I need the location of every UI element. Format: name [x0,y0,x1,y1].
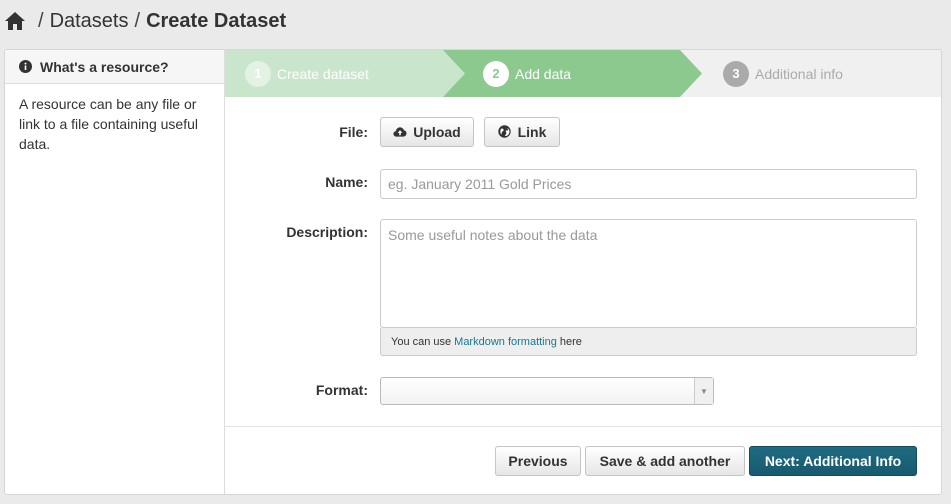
stage-number: 1 [245,60,271,87]
stage-label: Additional info [755,65,843,82]
info-circle-icon [19,60,32,73]
cloud-upload-icon [393,125,407,139]
description-textarea[interactable] [380,219,917,328]
name-label: Name: [325,174,368,190]
stage-label: Add data [515,65,572,82]
next-additional-info-button[interactable]: Next: Additional Info [749,446,917,476]
description-label: Description: [286,224,368,240]
breadcrumb-separator: / [134,9,141,32]
stage-number: 2 [483,60,509,87]
upload-button-label: Upload [413,124,461,140]
stage-progress: 1 Create dataset 2 Add data 3 Additional… [225,50,941,97]
markdown-help-prefix: You can use [391,335,452,348]
home-icon[interactable] [4,11,26,31]
file-label: File: [339,124,368,140]
breadcrumb: / Datasets / Create Dataset [4,8,286,34]
upload-button[interactable]: Upload [380,117,474,147]
format-label: Format: [315,382,368,398]
stage-number: 3 [723,60,749,87]
breadcrumb-separator: / [38,9,44,32]
caret-down-icon[interactable]: ▼ [694,378,713,404]
format-select[interactable]: ▼ [380,377,714,405]
breadcrumb-datasets-link[interactable]: Datasets [50,10,129,33]
create-dataset-panel: What's a resource? A resource can be any… [4,49,942,495]
link-button-label: Link [517,124,547,140]
resource-form: File: Upload Link Name: Description: You [225,97,941,427]
stage-additional-info: 3 Additional info [702,50,941,97]
previous-button[interactable]: Previous [495,446,581,476]
markdown-help-suffix: here [559,335,582,348]
main-form-area: 1 Create dataset 2 Add data 3 Additional… [225,50,941,494]
help-sidebar: What's a resource? A resource can be any… [5,50,225,494]
breadcrumb-current: Create Dataset [146,9,287,32]
markdown-formatting-link[interactable]: Markdown formatting [454,336,557,348]
link-button[interactable]: Link [484,117,560,147]
stage-create-dataset[interactable]: 1 Create dataset [225,50,465,97]
help-sidebar-text: A resource can be any file or link to a … [19,96,198,152]
markdown-help: You can use Markdown formatting here [380,328,917,356]
help-sidebar-header: What's a resource? [5,50,224,84]
globe-icon [497,125,512,139]
stage-add-data: 2 Add data [440,50,702,97]
name-input[interactable] [380,169,917,199]
stage-label: Create dataset [277,65,369,82]
save-add-another-button[interactable]: Save & add another [585,446,745,476]
form-actions-divider [225,426,941,427]
help-sidebar-title: What's a resource? [40,58,169,75]
